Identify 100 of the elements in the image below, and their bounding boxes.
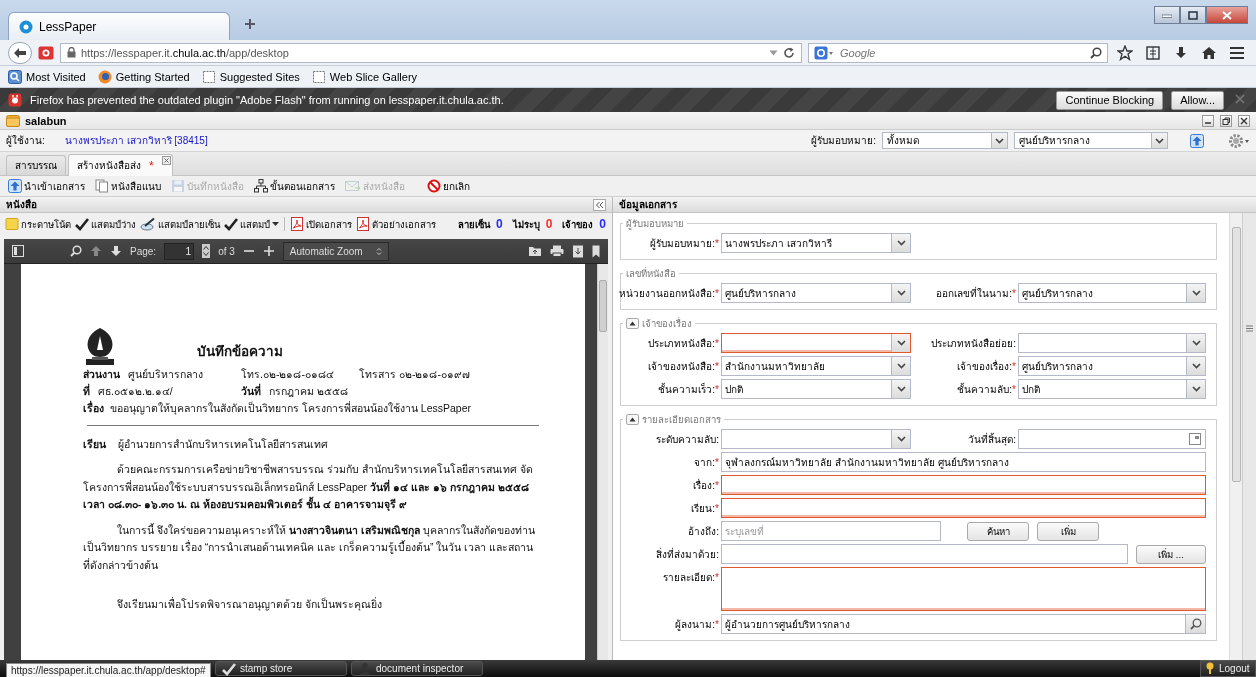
close-button[interactable] <box>1238 114 1250 127</box>
text-field[interactable]: จุฬาลงกรณ์มหาวิทยาลัย สำนักงานมหาวิทยาลัย ศูนย์บริหารกลาง <box>721 452 1206 472</box>
search-field[interactable]: Google <box>838 45 1086 60</box>
person-icon <box>358 661 372 676</box>
bookmark-link[interactable]: Getting Started <box>97 69 190 84</box>
form-button[interactable]: เพิ่ม <box>1037 521 1099 541</box>
close-icon <box>1235 94 1245 104</box>
bookmark-link[interactable]: Most Visited <box>8 69 86 84</box>
toolbar-button[interactable]: ขั้นตอนเอกสาร <box>252 178 337 194</box>
toolbar-button[interactable]: หนังสือแนบ <box>93 178 163 194</box>
toolbar-button[interactable]: กระดาษโน้ต <box>4 216 72 232</box>
upload-icon[interactable] <box>1190 133 1204 148</box>
lookup-field[interactable]: ผู้อำนวยการศูนย์บริหารกลาง <box>721 614 1186 634</box>
taskbar-button[interactable]: stamp store <box>215 661 347 676</box>
grip-icon <box>1246 325 1253 332</box>
toolbar-button[interactable]: ยกเลิก <box>425 178 472 194</box>
page-number-field[interactable]: 1 <box>164 242 195 260</box>
blocker-icon[interactable] <box>38 44 54 61</box>
dropdown-field[interactable]: ศูนย์บริหารกลาง <box>721 283 911 303</box>
calendar-icon[interactable] <box>1189 433 1201 445</box>
key-icon <box>1205 662 1215 675</box>
download-icon[interactable] <box>572 244 584 258</box>
collapse-button[interactable] <box>593 198 606 211</box>
spinner-icon[interactable] <box>202 244 211 258</box>
toolbar-button[interactable]: เปิดเอกสาร <box>289 216 353 232</box>
bookmark-icon[interactable] <box>592 244 600 258</box>
double-chevron-icon <box>595 200 604 209</box>
minimize-button[interactable] <box>1202 114 1214 127</box>
unit-dropdown[interactable]: ศูนย์บริหารกลาง <box>1014 132 1168 149</box>
close-icon[interactable] <box>161 156 171 165</box>
chevron-down-icon <box>1155 137 1164 144</box>
zoom-dropdown[interactable]: Automatic Zoom <box>282 241 389 261</box>
reload-icon[interactable] <box>783 46 795 59</box>
search-button[interactable] <box>1186 614 1206 634</box>
assignee-dropdown[interactable]: ทั้งหมด <box>882 132 1008 149</box>
form-button[interactable]: เพิ่ม ... <box>1136 544 1206 564</box>
tab[interactable]: สร้างหนังสือส่ง * <box>68 154 173 176</box>
search-engine-icon[interactable] <box>814 45 834 60</box>
taskbar-button[interactable]: document inspector <box>351 661 483 676</box>
zoom-in-icon[interactable] <box>262 245 275 257</box>
notification-button[interactable]: Continue Blocking <box>1056 90 1164 110</box>
field-value: ศธ.๐๕๑๒.๒.๑๔/ <box>98 384 173 399</box>
field-value: ศูนย์บริหารกลาง <box>128 367 203 383</box>
collapse-toggle[interactable] <box>626 318 639 329</box>
scrollbar-thumb[interactable] <box>1232 227 1241 482</box>
bookmark-link[interactable]: Web Slice Gallery <box>311 69 418 84</box>
dropdown-field[interactable] <box>721 429 911 449</box>
dropdown-field[interactable]: ศูนย์บริหารกลาง <box>1018 356 1206 376</box>
scrollbar-thumb[interactable] <box>599 280 607 332</box>
dropdown-field[interactable]: ปกติ <box>1018 379 1206 399</box>
dropdown-field[interactable]: สำนักงานมหาวิทยาลัย <box>721 356 911 376</box>
dropdown-field[interactable]: ปกติ <box>721 379 911 399</box>
search-icon[interactable] <box>70 245 82 257</box>
scrollbar[interactable] <box>597 264 608 660</box>
filter-label: ผู้รับมอบหมาย: <box>811 134 876 148</box>
dropdown-field[interactable]: ศูนย์บริหารกลาง <box>1018 283 1206 303</box>
folder-icon[interactable] <box>528 245 542 257</box>
search-icon[interactable] <box>1090 46 1102 59</box>
tab[interactable]: สารบรรณ <box>6 155 66 175</box>
form-button[interactable]: ค้นหา <box>967 521 1029 541</box>
upload-icon <box>8 179 22 193</box>
user-name: นางพรประภา เสวกวิหาริ [38415] <box>64 134 209 148</box>
toolbar-button[interactable]: แสตมป์ลายเซ็น <box>139 216 221 232</box>
text-field[interactable] <box>721 544 1128 564</box>
date-field[interactable] <box>1018 429 1206 449</box>
text-field[interactable] <box>721 498 1206 518</box>
toolbar-button[interactable]: ตัวอย่างเอกสาร <box>355 216 437 232</box>
logout-button[interactable]: Logout <box>1200 660 1256 677</box>
text-field[interactable]: ระบุเลขที่ <box>721 521 941 541</box>
bookmark-star-button[interactable] <box>1114 42 1136 63</box>
bookmarks-icon <box>8 69 22 84</box>
section-legend: รายละเอียดเอกสาร <box>642 412 721 427</box>
toolbar-button[interactable]: นำเข้าเอกสาร <box>6 178 87 194</box>
back-button[interactable] <box>8 41 32 64</box>
text-area[interactable] <box>721 567 1206 611</box>
minimize-button[interactable] <box>1154 6 1180 24</box>
gear-icon[interactable] <box>1228 132 1250 149</box>
bookmark-link[interactable]: Suggested Sites <box>201 69 300 84</box>
dropdown-field[interactable]: นางพรประภา เสวกวิหารี <box>721 233 911 253</box>
arrow-up-icon[interactable] <box>90 245 102 257</box>
required-mark: * <box>1012 287 1016 299</box>
panel-title: ข้อมูลเอกสาร <box>619 198 677 212</box>
dropdown-field[interactable] <box>721 333 911 353</box>
maximize-button[interactable] <box>1180 6 1206 24</box>
scrollbar[interactable] <box>1229 213 1242 660</box>
collapse-toggle[interactable] <box>626 414 639 425</box>
dropdown-icon[interactable] <box>769 49 778 56</box>
globe-icon <box>97 69 112 84</box>
toolbar-button[interactable]: แสตมป์ว่าง <box>74 216 137 232</box>
address-bar[interactable]: https://lesspaper.it.chula.ac.th/app/desktop <box>60 42 802 63</box>
sidebar-toggle-button[interactable] <box>12 245 24 257</box>
search-bar[interactable]: Google <box>808 42 1108 63</box>
dropdown-field[interactable] <box>1018 333 1206 353</box>
text-field[interactable] <box>721 475 1206 495</box>
browser-tab[interactable]: LessPaper <box>8 12 230 40</box>
toolbar-button[interactable]: แสตมป์ <box>223 216 280 232</box>
print-icon[interactable] <box>550 245 564 257</box>
notification-button[interactable]: Allow... <box>1171 90 1224 110</box>
arrow-down-icon[interactable] <box>110 245 122 257</box>
restore-button[interactable] <box>1220 114 1232 127</box>
